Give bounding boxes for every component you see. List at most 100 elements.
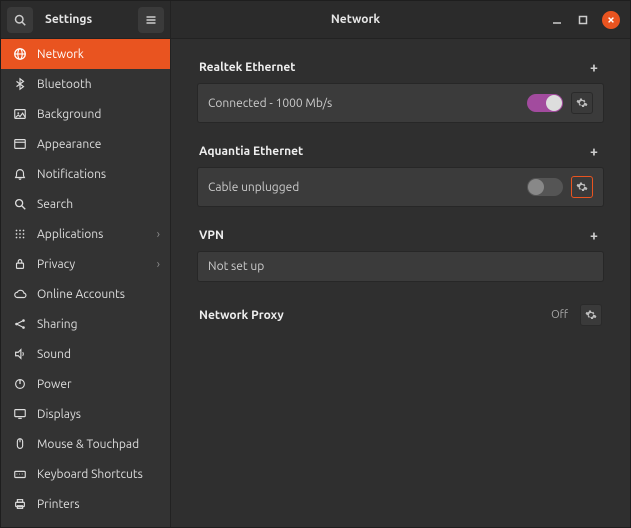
toggle-knob: [546, 95, 562, 111]
section-vpn: VPN + Not set up: [197, 225, 604, 282]
menu-button[interactable]: [138, 7, 164, 33]
lock-icon: [13, 257, 27, 271]
sidebar-item-mouse-touchpad[interactable]: Mouse & Touchpad: [1, 429, 170, 459]
sidebar-item-label: Background: [37, 108, 101, 121]
bluetooth-icon: [13, 77, 27, 91]
close-icon: [607, 16, 615, 24]
connection-row[interactable]: Cable unplugged: [197, 167, 604, 207]
gear-icon: [576, 97, 588, 109]
sidebar-item-label: Network: [37, 48, 84, 61]
sidebar-item-label: Applications: [37, 228, 103, 241]
sidebar-item-privacy[interactable]: Privacy ›: [1, 249, 170, 279]
sidebar-item-label: Online Accounts: [37, 288, 125, 301]
apps-icon: [13, 227, 27, 241]
add-connection-button[interactable]: +: [586, 143, 602, 159]
vpn-status: Not set up: [208, 260, 593, 273]
minimize-icon: [552, 15, 562, 25]
connection-status: Connected - 1000 Mb/s: [208, 97, 519, 110]
display-icon: [13, 407, 27, 421]
section-aquantia-ethernet: Aquantia Ethernet + Cable unplugged: [197, 141, 604, 207]
section-title: Realtek Ethernet: [199, 61, 295, 74]
sidebar-item-label: Mouse & Touchpad: [37, 438, 139, 451]
sidebar-item-network[interactable]: Network: [1, 39, 170, 69]
section-header: Realtek Ethernet +: [197, 57, 604, 77]
proxy-settings-button[interactable]: [580, 304, 602, 326]
sidebar-item-online-accounts[interactable]: Online Accounts: [1, 279, 170, 309]
close-button[interactable]: [602, 11, 620, 29]
search-button[interactable]: [7, 7, 33, 33]
sidebar-item-label: Sound: [37, 348, 71, 361]
section-network-proxy: Network Proxy Off: [197, 300, 604, 330]
connection-settings-button[interactable]: [571, 176, 593, 198]
sidebar-item-label: Privacy: [37, 258, 75, 271]
section-title: VPN: [199, 229, 224, 242]
printer-icon: [13, 497, 27, 511]
connection-toggle[interactable]: [527, 178, 563, 196]
sidebar-item-label: Sharing: [37, 318, 78, 331]
gear-icon: [576, 181, 588, 193]
sidebar-item-label: Power: [37, 378, 72, 391]
maximize-button[interactable]: [576, 13, 590, 27]
sidebar-item-sound[interactable]: Sound: [1, 339, 170, 369]
connection-settings-button[interactable]: [571, 92, 593, 114]
sidebar-item-removable-media[interactable]: Removable Media: [1, 519, 170, 527]
connection-row[interactable]: Connected - 1000 Mb/s: [197, 83, 604, 123]
sidebar-item-power[interactable]: Power: [1, 369, 170, 399]
sidebar-item-label: Printers: [37, 498, 80, 511]
sidebar-item-label: Notifications: [37, 168, 106, 181]
window-controls: [540, 1, 630, 38]
connection-toggle[interactable]: [527, 94, 563, 112]
add-vpn-button[interactable]: +: [586, 227, 602, 243]
sidebar-item-label: Search: [37, 198, 73, 211]
minimize-button[interactable]: [550, 13, 564, 27]
share-icon: [13, 317, 27, 331]
toggle-knob: [528, 179, 544, 195]
connection-status: Cable unplugged: [208, 181, 519, 194]
keyboard-icon: [13, 467, 27, 481]
sidebar-item-printers[interactable]: Printers: [1, 489, 170, 519]
gear-icon: [585, 309, 597, 321]
sidebar-item-label: Bluetooth: [37, 78, 92, 91]
settings-title: Settings: [39, 13, 132, 26]
sidebar-item-search[interactable]: Search: [1, 189, 170, 219]
bell-icon: [13, 167, 27, 181]
sidebar-item-sharing[interactable]: Sharing: [1, 309, 170, 339]
proxy-status: Off: [551, 309, 568, 321]
sidebar-item-label: Keyboard Shortcuts: [37, 468, 143, 481]
vpn-row[interactable]: Not set up: [197, 251, 604, 282]
sound-icon: [13, 347, 27, 361]
section-header: VPN +: [197, 225, 604, 245]
sidebar-item-label: Displays: [37, 408, 81, 421]
search-icon: [14, 14, 26, 26]
sidebar-item-background[interactable]: Background: [1, 99, 170, 129]
search-icon: [13, 197, 27, 211]
appearance-icon: [13, 137, 27, 151]
power-icon: [13, 377, 27, 391]
content: Realtek Ethernet + Connected - 1000 Mb/s…: [171, 39, 630, 527]
sidebar: Network Bluetooth Background Appearance Noti…: [1, 39, 171, 527]
section-header: Aquantia Ethernet +: [197, 141, 604, 161]
sidebar-item-notifications[interactable]: Notifications: [1, 159, 170, 189]
maximize-icon: [578, 15, 588, 25]
sidebar-item-displays[interactable]: Displays: [1, 399, 170, 429]
titlebar: Settings Network: [1, 1, 630, 39]
sidebar-item-appearance[interactable]: Appearance: [1, 129, 170, 159]
proxy-title: Network Proxy: [199, 309, 543, 322]
proxy-row[interactable]: Network Proxy Off: [197, 300, 604, 330]
cloud-icon: [13, 287, 27, 301]
chevron-right-icon: ›: [157, 228, 160, 241]
background-icon: [13, 107, 27, 121]
sidebar-item-label: Appearance: [37, 138, 101, 151]
section-realtek-ethernet: Realtek Ethernet + Connected - 1000 Mb/s: [197, 57, 604, 123]
section-title: Aquantia Ethernet: [199, 145, 303, 158]
body: Network Bluetooth Background Appearance Noti…: [1, 39, 630, 527]
chevron-right-icon: ›: [157, 258, 160, 271]
add-connection-button[interactable]: +: [586, 59, 602, 75]
hamburger-icon: [145, 14, 157, 26]
sidebar-item-applications[interactable]: Applications ›: [1, 219, 170, 249]
settings-window: Settings Network Network Bluetooth Backgro…: [0, 0, 631, 528]
sidebar-item-keyboard-shortcuts[interactable]: Keyboard Shortcuts: [1, 459, 170, 489]
mouse-icon: [13, 437, 27, 451]
page-title: Network: [171, 1, 540, 38]
sidebar-item-bluetooth[interactable]: Bluetooth: [1, 69, 170, 99]
